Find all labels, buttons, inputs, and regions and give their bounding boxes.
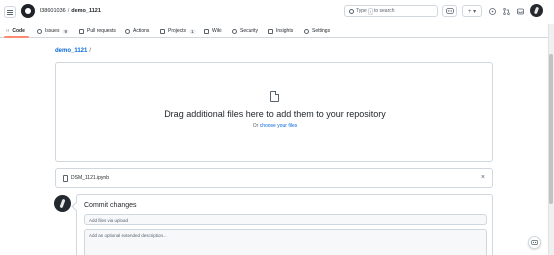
search-shortcut-key: / <box>367 7 373 15</box>
search-suffix: to search <box>373 8 395 14</box>
menu-icon[interactable] <box>4 6 16 18</box>
uploaded-file-name: DSM_1121.ipynb <box>71 175 109 181</box>
choose-files-link[interactable]: choose your files <box>260 123 298 129</box>
tab-label: Code <box>12 28 25 34</box>
drop-zone-title: Drag additional files here to add them t… <box>164 109 386 119</box>
tab-label: Pull requests <box>87 28 116 34</box>
drop-zone-or: Or <box>252 123 259 129</box>
plus-icon: + ▾ <box>467 8 477 15</box>
tab-label: Insights <box>276 28 294 34</box>
tab-code[interactable]: ‹› Code <box>6 26 25 36</box>
tab-actions[interactable]: Actions <box>125 26 149 36</box>
tab-label: Actions <box>133 28 150 34</box>
drop-zone-subtitle: Or choose your files <box>56 123 494 129</box>
create-new-button[interactable]: + ▾ <box>462 5 482 17</box>
issues-count-badge: 9 <box>62 28 69 34</box>
tab-label: Projects <box>168 28 187 34</box>
breadcrumb-repo-link[interactable]: demo_1121 <box>55 48 87 54</box>
commit-title: Commit changes <box>84 202 137 209</box>
top-bar: l38601036/demo_1121 Type / to search + ▾ <box>0 0 554 24</box>
tab-settings[interactable]: Settings <box>304 26 330 36</box>
owner-link[interactable]: l38601036 <box>40 8 66 14</box>
uploaded-file-item: DSM_1121.ipynb × <box>55 168 493 188</box>
inbox-button[interactable] <box>514 5 526 17</box>
pull-request-icon <box>79 28 84 34</box>
tab-label: Settings <box>312 28 331 34</box>
commit-description-input[interactable]: Add an optional extended description... <box>84 229 487 255</box>
page-scrollbar[interactable] <box>548 24 554 255</box>
commit-form: Commit changes Add files via upload Add … <box>76 194 493 255</box>
issue-icon <box>488 7 496 15</box>
file-drop-zone[interactable]: Drag additional files here to add them t… <box>55 62 493 162</box>
pull-request-icon <box>502 7 510 15</box>
breadcrumb-separator: / <box>89 48 92 54</box>
graph-icon <box>268 28 273 34</box>
table-icon <box>160 28 165 34</box>
tab-security[interactable]: Security <box>232 26 258 36</box>
repo-nav: ‹› Code Issues 9 Pull requests Actions Pro… <box>0 24 554 38</box>
remove-file-button[interactable]: × <box>481 174 485 181</box>
scrollbar-thumb[interactable] <box>549 54 553 204</box>
tab-wiki[interactable]: Wiki <box>204 26 221 36</box>
tab-pull-requests[interactable]: Pull requests <box>79 26 116 36</box>
projects-count-badge: 1 <box>189 28 196 34</box>
search-input[interactable]: Type / to search <box>344 5 438 17</box>
copilot-icon <box>445 8 454 14</box>
file-icon <box>270 91 279 102</box>
play-icon <box>125 28 130 34</box>
shield-icon <box>232 28 237 34</box>
tab-issues[interactable]: Issues 9 <box>37 26 69 36</box>
tab-label: Wiki <box>212 28 222 34</box>
context-separator: / <box>67 8 70 14</box>
issues-button[interactable] <box>486 5 498 17</box>
code-icon: ‹› <box>6 28 10 34</box>
issue-icon <box>37 28 42 34</box>
search-icon <box>349 8 354 14</box>
file-icon <box>63 175 68 182</box>
tab-label: Security <box>240 28 259 34</box>
pull-requests-button[interactable] <box>500 5 512 17</box>
repo-context: l38601036/demo_1121 <box>40 8 101 14</box>
copilot-chat-button[interactable] <box>528 236 541 249</box>
repo-link[interactable]: demo_1121 <box>71 8 101 14</box>
gear-icon <box>304 28 309 34</box>
copilot-button[interactable] <box>442 5 457 17</box>
commit-avatar <box>54 195 71 212</box>
inbox-icon <box>516 8 524 14</box>
tab-insights[interactable]: Insights <box>268 26 293 36</box>
copilot-icon <box>531 240 538 245</box>
active-tab-indicator <box>4 36 29 38</box>
github-logo-icon[interactable] <box>21 4 35 18</box>
tab-projects[interactable]: Projects 1 <box>160 26 196 36</box>
user-avatar[interactable] <box>530 4 543 17</box>
search-prefix: Type <box>356 8 367 14</box>
tab-label: Issues <box>45 28 60 34</box>
book-icon <box>204 28 209 34</box>
commit-summary-input[interactable]: Add files via upload <box>84 214 487 225</box>
breadcrumb: demo_1121/ <box>55 48 91 54</box>
